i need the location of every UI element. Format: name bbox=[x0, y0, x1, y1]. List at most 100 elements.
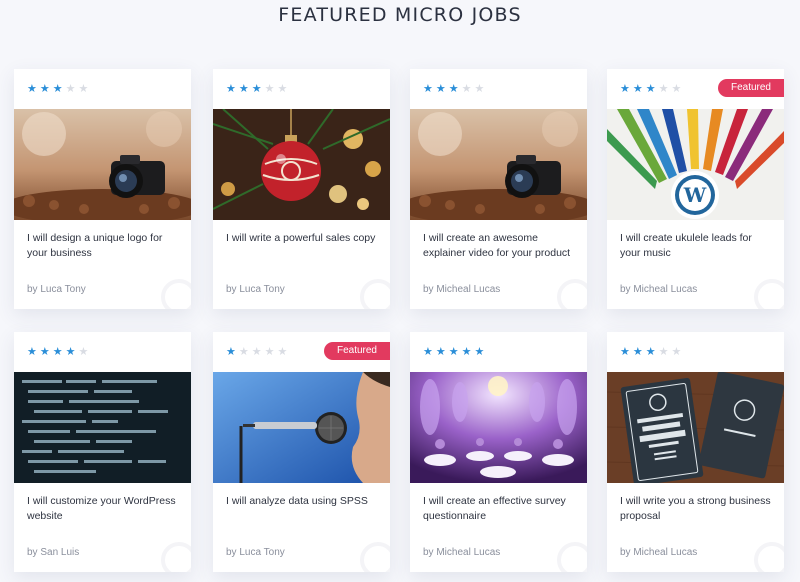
card-corner-decoration bbox=[161, 542, 191, 572]
job-card[interactable]: ★ ★ ★ ★ ★ Featured WI will create ukulele lea… bbox=[607, 69, 784, 309]
author-prefix: by bbox=[27, 284, 41, 295]
card-corner-decoration bbox=[360, 279, 390, 309]
star-filled-icon: ★ bbox=[251, 83, 262, 95]
star-filled-icon: ★ bbox=[226, 83, 236, 95]
star-filled-icon: ★ bbox=[448, 83, 459, 95]
job-title-link[interactable]: I will design a unique logo for your bus… bbox=[27, 231, 182, 261]
card-corner-decoration bbox=[754, 279, 784, 309]
star-empty-icon: ★ bbox=[671, 83, 682, 95]
star-empty-icon: ★ bbox=[658, 83, 669, 95]
job-title-link[interactable]: I will write you a strong business propo… bbox=[620, 494, 775, 524]
star-empty-icon: ★ bbox=[277, 346, 288, 358]
job-thumbnail[interactable] bbox=[213, 372, 390, 483]
star-empty-icon: ★ bbox=[238, 346, 249, 358]
star-filled-icon: ★ bbox=[238, 83, 249, 95]
author-prefix: by bbox=[226, 547, 240, 558]
job-thumbnail[interactable] bbox=[213, 109, 390, 220]
author-name-link[interactable]: Micheal Lucas bbox=[633, 547, 697, 558]
author-prefix: by bbox=[423, 547, 437, 558]
author-name-link[interactable]: Micheal Lucas bbox=[436, 284, 500, 295]
star-empty-icon: ★ bbox=[264, 346, 275, 358]
star-filled-icon: ★ bbox=[448, 346, 459, 358]
star-empty-icon: ★ bbox=[78, 83, 89, 95]
star-empty-icon: ★ bbox=[474, 83, 485, 95]
star-empty-icon: ★ bbox=[264, 83, 275, 95]
rating-stars: ★ ★ ★ ★ ★ bbox=[620, 83, 681, 95]
star-filled-icon: ★ bbox=[27, 83, 37, 95]
job-card[interactable]: ★ ★ ★ ★ ★ I will write you a strong business… bbox=[607, 332, 784, 572]
section-title: FEATURED MICRO JOBS bbox=[278, 4, 522, 26]
job-card[interactable]: ★ ★ ★ ★ ★ I will design a unique logo for yo… bbox=[14, 69, 191, 309]
author-name-link[interactable]: Luca Tony bbox=[40, 284, 85, 295]
card-corner-decoration bbox=[161, 279, 191, 309]
job-author: by Micheal Lucas bbox=[620, 547, 697, 558]
star-empty-icon: ★ bbox=[65, 83, 76, 95]
job-card[interactable]: ★ ★ ★ ★ ★ I will write a powerful sales copy… bbox=[213, 69, 390, 309]
svg-text:W: W bbox=[683, 183, 707, 207]
rating-stars: ★ ★ ★ ★ ★ bbox=[423, 346, 484, 358]
star-filled-icon: ★ bbox=[645, 83, 656, 95]
job-author: by Micheal Lucas bbox=[423, 284, 500, 295]
author-prefix: by bbox=[226, 284, 240, 295]
job-title-link[interactable]: I will customize your WordPress website bbox=[27, 494, 182, 524]
job-thumbnail[interactable] bbox=[410, 109, 587, 220]
star-filled-icon: ★ bbox=[435, 83, 446, 95]
star-filled-icon: ★ bbox=[52, 83, 63, 95]
job-title-link[interactable]: I will analyze data using SPSS bbox=[226, 494, 381, 509]
author-name-link[interactable]: Micheal Lucas bbox=[436, 547, 500, 558]
job-thumbnail[interactable]: W bbox=[607, 109, 784, 220]
job-title-link[interactable]: I will create an effective survey questi… bbox=[423, 494, 578, 524]
star-filled-icon: ★ bbox=[65, 346, 76, 358]
author-name-link[interactable]: Luca Tony bbox=[239, 284, 284, 295]
star-filled-icon: ★ bbox=[423, 83, 433, 95]
author-name-link[interactable]: Luca Tony bbox=[239, 547, 284, 558]
star-filled-icon: ★ bbox=[632, 346, 643, 358]
star-filled-icon: ★ bbox=[620, 83, 630, 95]
star-empty-icon: ★ bbox=[277, 83, 288, 95]
rating-stars: ★ ★ ★ ★ ★ bbox=[27, 83, 88, 95]
job-card[interactable]: ★ ★ ★ ★ ★ I will customize your WordPress we… bbox=[14, 332, 191, 572]
star-filled-icon: ★ bbox=[620, 346, 630, 358]
job-card[interactable]: ★ ★ ★ ★ ★ Featured I will analyze data using … bbox=[213, 332, 390, 572]
rating-stars: ★ ★ ★ ★ ★ bbox=[226, 83, 287, 95]
card-corner-decoration bbox=[557, 279, 587, 309]
rating-stars: ★ ★ ★ ★ ★ bbox=[620, 346, 681, 358]
star-filled-icon: ★ bbox=[52, 346, 63, 358]
job-card[interactable]: ★ ★ ★ ★ ★ I will create an effective survey … bbox=[410, 332, 587, 572]
job-thumbnail[interactable] bbox=[14, 372, 191, 483]
star-empty-icon: ★ bbox=[658, 346, 669, 358]
author-prefix: by bbox=[27, 547, 41, 558]
job-title-link[interactable]: I will create an awesome explainer video… bbox=[423, 231, 578, 261]
star-empty-icon: ★ bbox=[461, 83, 472, 95]
star-filled-icon: ★ bbox=[474, 346, 485, 358]
job-thumbnail[interactable] bbox=[607, 372, 784, 483]
star-filled-icon: ★ bbox=[423, 346, 433, 358]
star-filled-icon: ★ bbox=[461, 346, 472, 358]
star-filled-icon: ★ bbox=[39, 83, 50, 95]
job-card[interactable]: ★ ★ ★ ★ ★ I will create an awesome explainer… bbox=[410, 69, 587, 309]
author-name-link[interactable]: San Luis bbox=[40, 547, 79, 558]
job-title-link[interactable]: I will create ukulele leads for your mus… bbox=[620, 231, 775, 261]
author-prefix: by bbox=[423, 284, 437, 295]
star-empty-icon: ★ bbox=[671, 346, 682, 358]
job-author: by Luca Tony bbox=[27, 284, 86, 295]
featured-badge: Featured bbox=[717, 79, 784, 97]
author-name-link[interactable]: Micheal Lucas bbox=[633, 284, 697, 295]
rating-stars: ★ ★ ★ ★ ★ bbox=[27, 346, 88, 358]
featured-badge: Featured bbox=[323, 342, 390, 360]
job-author: by Luca Tony bbox=[226, 284, 285, 295]
job-author: by San Luis bbox=[27, 547, 79, 558]
star-filled-icon: ★ bbox=[39, 346, 50, 358]
author-prefix: by bbox=[620, 284, 634, 295]
job-thumbnail[interactable] bbox=[14, 109, 191, 220]
star-filled-icon: ★ bbox=[226, 346, 236, 358]
author-prefix: by bbox=[620, 547, 634, 558]
star-filled-icon: ★ bbox=[645, 346, 656, 358]
job-title-link[interactable]: I will write a powerful sales copy bbox=[226, 231, 381, 246]
job-author: by Micheal Lucas bbox=[620, 284, 697, 295]
star-empty-icon: ★ bbox=[251, 346, 262, 358]
star-filled-icon: ★ bbox=[632, 83, 643, 95]
card-corner-decoration bbox=[557, 542, 587, 572]
job-thumbnail[interactable] bbox=[410, 372, 587, 483]
star-filled-icon: ★ bbox=[435, 346, 446, 358]
